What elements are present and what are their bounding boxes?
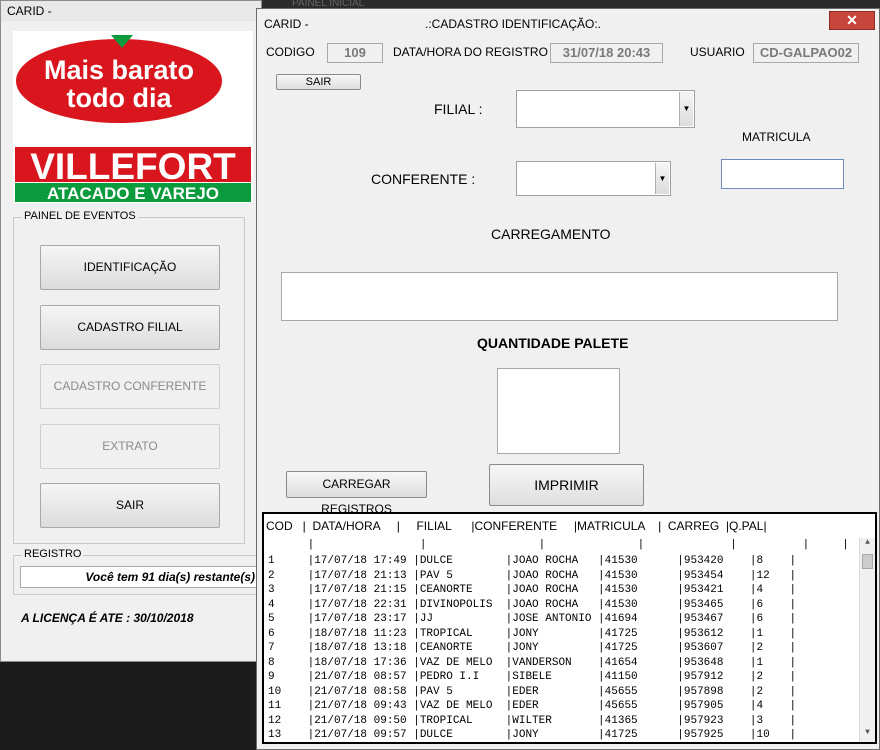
- table-row[interactable]: 6 |18/07/18 11:23 |TROPICAL |JONY |41725…: [268, 627, 796, 642]
- cad-title-app: CARID -: [264, 17, 309, 31]
- cad-titlebar: CARID - .:CADASTRO IDENTIFICAÇÃO:. ✕: [257, 9, 879, 35]
- grid-rows: 1 |17/07/18 17:49 |DULCE |JOAO ROCHA |41…: [268, 554, 796, 742]
- extrato-button[interactable]: EXTRATO: [40, 424, 220, 469]
- logo-slogan-2: todo dia: [67, 83, 173, 113]
- grid-header: COD | DATA/HORA | FILIAL |CONFERENTE |MA…: [266, 519, 767, 533]
- cadastro-identificacao-window: CARID - .:CADASTRO IDENTIFICAÇÃO:. ✕ COD…: [256, 8, 880, 750]
- cadastro-filial-button[interactable]: CADASTRO FILIAL: [40, 305, 220, 350]
- chevron-down-icon[interactable]: ▼: [655, 163, 669, 194]
- scroll-thumb[interactable]: [862, 554, 873, 569]
- usuario-field: CD-GALPAO02: [753, 43, 859, 63]
- main-window-title: CARID -: [1, 1, 261, 21]
- registro-days-remaining: Você tem 91 dia(s) restante(s): [20, 566, 260, 588]
- table-row[interactable]: 1 |17/07/18 17:49 |DULCE |JOAO ROCHA |41…: [268, 554, 796, 569]
- filial-label: FILIAL :: [434, 101, 483, 117]
- table-row[interactable]: 7 |18/07/18 13:18 |CEANORTE |JONY |41725…: [268, 641, 796, 656]
- logo-slogan-1: Mais barato: [44, 55, 194, 85]
- cad-title: .:CADASTRO IDENTIFICAÇÃO:.: [425, 17, 602, 31]
- codigo-label: CODIGO: [266, 45, 315, 59]
- panel-eventos: PAINEL DE EVENTOS IDENTIFICAÇÃO CADASTRO…: [13, 210, 245, 544]
- codigo-field: 109: [327, 43, 383, 63]
- panel-registro: REGISTRO Você tem 91 dia(s) restante(s): [13, 548, 263, 595]
- table-row[interactable]: 10 |21/07/18 08:58 |PAV 5 |EDER |45655 |…: [268, 685, 796, 700]
- datahora-label: DATA/HORA DO REGISTRO: [393, 45, 548, 59]
- logo-brand: VILLEFORT: [30, 146, 236, 187]
- grid-column-separators: | | | | | | |: [268, 539, 849, 551]
- matricula-label: MATRICULA: [742, 130, 811, 144]
- license-expiry: A LICENÇA É ATE : 30/10/2018: [21, 611, 194, 625]
- usuario-label: USUARIO: [690, 45, 745, 59]
- table-row[interactable]: 12 |21/07/18 09:50 |TROPICAL |WILTER |41…: [268, 714, 796, 729]
- chevron-down-icon[interactable]: ▼: [679, 92, 693, 126]
- registros-grid[interactable]: COD | DATA/HORA | FILIAL |CONFERENTE |MA…: [262, 512, 877, 744]
- table-row[interactable]: 5 |17/07/18 23:17 |JJ |JOSE ANTONIO |416…: [268, 612, 796, 627]
- table-row[interactable]: 2 |17/07/18 21:13 |PAV 5 |JOAO ROCHA |41…: [268, 569, 796, 584]
- quantidade-input[interactable]: [497, 368, 620, 454]
- panel-eventos-title: PAINEL DE EVENTOS: [22, 210, 138, 222]
- main-window: CARID - Mais barato todo dia VILLEFORT A…: [0, 0, 263, 662]
- villefort-logo: Mais barato todo dia VILLEFORT ATACADO E…: [13, 31, 253, 203]
- close-icon[interactable]: ✕: [829, 11, 875, 30]
- datahora-field: 31/07/18 20:43: [550, 43, 663, 63]
- table-row[interactable]: 4 |17/07/18 22:31 |DIVINOPOLIS |JOAO ROC…: [268, 598, 796, 613]
- table-row[interactable]: 8 |18/07/18 17:36 |VAZ DE MELO |VANDERSO…: [268, 656, 796, 671]
- filial-select[interactable]: ▼: [516, 90, 695, 128]
- logo-subtitle: ATACADO E VAREJO: [47, 184, 219, 203]
- conferente-label: CONFERENTE :: [371, 171, 476, 187]
- table-row[interactable]: 11 |21/07/18 09:43 |VAZ DE MELO |EDER |4…: [268, 699, 796, 714]
- carregar-registros-button[interactable]: CARREGAR REGISTROS: [286, 471, 427, 516]
- imprimir-button[interactable]: IMPRIMIR: [489, 464, 644, 506]
- table-row[interactable]: 9 |21/07/18 08:57 |PEDRO I.I |SIBELE |41…: [268, 670, 796, 685]
- cadastro-conferente-button[interactable]: CADASTRO CONFERENTE: [40, 364, 220, 409]
- grid-scrollbar[interactable]: ▲ ▼: [859, 538, 875, 742]
- conferente-select[interactable]: ▼: [516, 161, 671, 196]
- scroll-down-icon[interactable]: ▼: [860, 728, 875, 742]
- carregamento-label: CARREGAMENTO: [491, 226, 611, 242]
- quantidade-label: QUANTIDADE PALETE: [477, 335, 629, 351]
- table-row[interactable]: 3 |17/07/18 21:15 |CEANORTE |JOAO ROCHA …: [268, 583, 796, 598]
- panel-registro-title: REGISTRO: [22, 548, 84, 560]
- matricula-input[interactable]: [721, 159, 844, 189]
- identificacao-button[interactable]: IDENTIFICAÇÃO: [40, 245, 220, 290]
- carregamento-input[interactable]: [281, 272, 838, 321]
- sair-button[interactable]: SAIR: [276, 74, 361, 90]
- table-row[interactable]: 13 |21/07/18 09:57 |DULCE |JONY |41725 |…: [268, 728, 796, 742]
- scroll-up-icon[interactable]: ▲: [860, 538, 875, 552]
- sair-main-button[interactable]: SAIR: [40, 483, 220, 528]
